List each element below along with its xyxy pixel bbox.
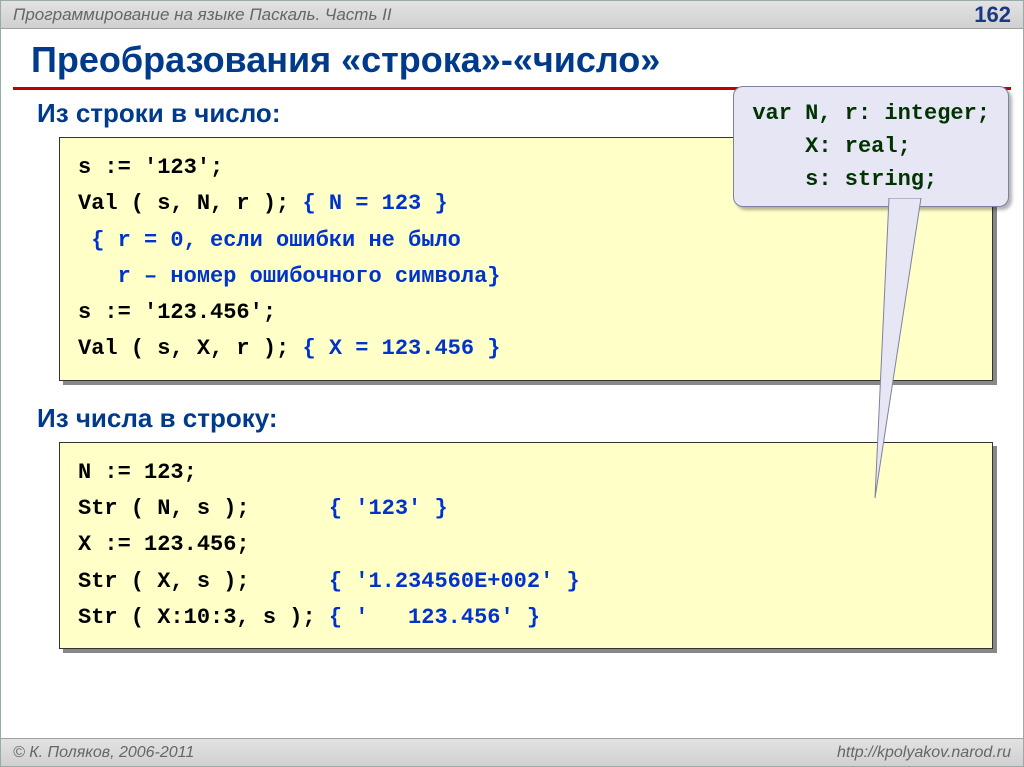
section2-heading: Из числа в строку: [37,403,993,434]
page-number: 162 [974,2,1011,28]
code-line: Str ( X, s ); [78,569,329,594]
code-comment: { X = 123.456 } [302,336,500,361]
footer-url: http://kpolyakov.narod.ru [837,744,1011,762]
code-comment: { ' 123.456' } [329,605,540,630]
footer-bar: © К. Поляков, 2006-2011 http://kpolyakov… [1,738,1023,766]
code-comment: { r = 0, если ошибки не было [78,228,461,253]
content-area: var N, r: integer; X: real; s: string; И… [1,98,1023,649]
header-bar: Программирование на языке Паскаль. Часть… [1,1,1023,29]
code-line: s := '123'; [78,155,223,180]
code-line: Str ( X:10:3, s ); [78,605,329,630]
code-line: Str ( N, s ); [78,496,329,521]
code-line: Val ( s, X, r ); [78,336,302,361]
code-comment: r – номер ошибочного символа} [78,264,500,289]
code-comment: { '123' } [329,496,448,521]
page-title: Преобразования «строка»-«число» [1,29,1023,87]
code-line: Val ( s, N, r ); [78,191,302,216]
course-title: Программирование на языке Паскаль. Часть… [13,5,392,25]
copyright-text: © К. Поляков, 2006-2011 [13,744,194,762]
code-comment: { N = 123 } [302,191,447,216]
var-declaration-callout: var N, r: integer; X: real; s: string; [733,86,1009,207]
code-line: s := '123.456'; [78,300,276,325]
code-line: X := 123.456; [78,532,250,557]
code-comment: { '1.234560E+002' } [329,569,580,594]
code-line: N := 123; [78,460,197,485]
